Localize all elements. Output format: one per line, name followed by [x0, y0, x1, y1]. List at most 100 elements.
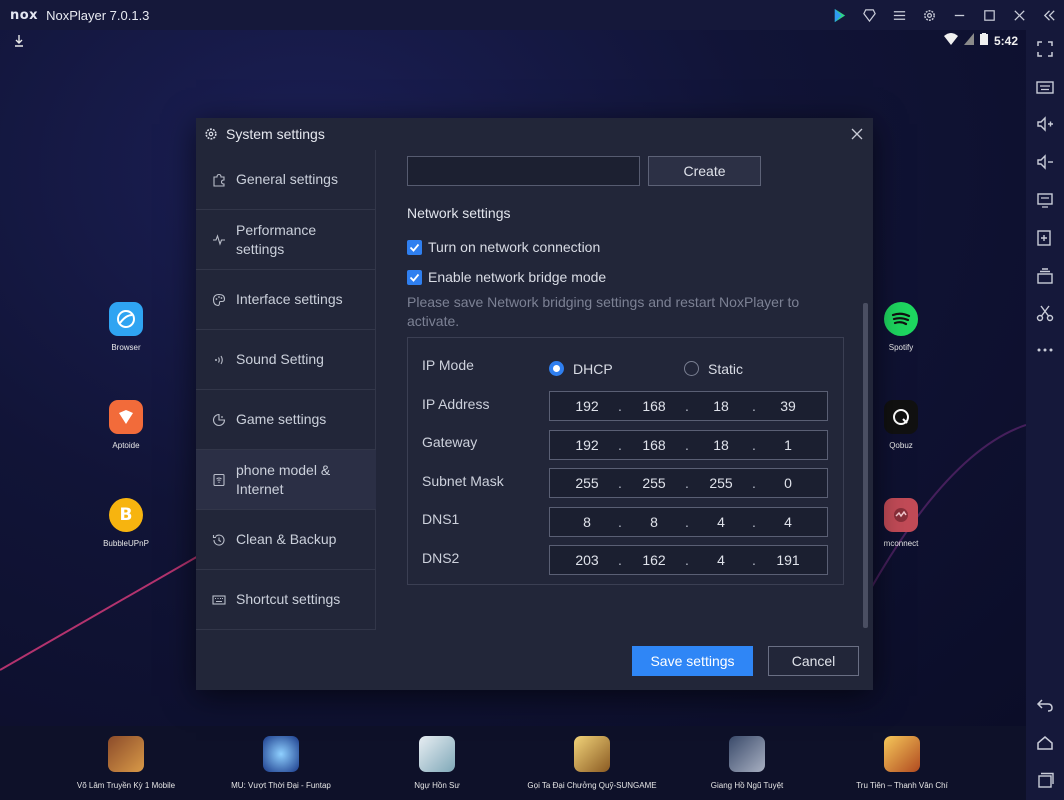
dialog-title: System settings — [226, 126, 325, 142]
app-spotify[interactable]: Spotify — [861, 302, 941, 352]
octet-separator: . — [618, 552, 622, 568]
nav-label: Sound Setting — [236, 351, 324, 367]
battery-icon — [979, 33, 988, 48]
ip-octet: 4 — [717, 514, 725, 530]
ip-octet: 255 — [642, 475, 666, 491]
ip-address-field[interactable]: 192 . 168 . 18 . 39 — [549, 391, 828, 421]
fullscreen-icon[interactable] — [1026, 34, 1064, 64]
screen-icon[interactable] — [1026, 185, 1064, 215]
recent-apps-icon[interactable] — [1026, 765, 1064, 795]
app-label: mconnect — [883, 539, 919, 548]
dock-game[interactable]: Võ Lâm Truyền Kỳ 1 Mobile — [46, 736, 206, 790]
dialog-close-icon[interactable] — [849, 126, 865, 142]
game-label: Ngự Hồn Sư — [414, 781, 460, 790]
network-bridge-checkbox[interactable] — [407, 269, 422, 285]
nav-sound-setting[interactable]: Sound Setting — [196, 330, 376, 390]
octet-separator: . — [752, 552, 756, 568]
gateway-field[interactable]: 192 . 168 . 18 . 1 — [549, 430, 828, 460]
app-mconnect[interactable]: mconnect — [861, 498, 941, 548]
apk-install-icon[interactable] — [1026, 223, 1064, 253]
app-label: BubbleUPnP — [103, 539, 149, 548]
octet-separator: . — [618, 475, 622, 491]
nav-label: Shortcut settings — [236, 591, 341, 607]
volume-up-icon[interactable] — [1026, 109, 1064, 139]
octet-separator: . — [618, 437, 622, 453]
puzzle-icon — [213, 173, 225, 187]
menu-icon[interactable] — [884, 0, 914, 30]
nav-interface-settings[interactable]: Interface settings — [196, 270, 376, 330]
app-aptoide[interactable]: Aptoide — [86, 400, 166, 450]
game-label: Võ Lâm Truyền Kỳ 1 Mobile — [76, 781, 176, 790]
nav-game-settings[interactable]: Game settings — [196, 390, 376, 450]
bubbleupnp-icon: B — [109, 498, 143, 532]
emulator-toolbar — [1026, 30, 1064, 800]
nav-label: Game settings — [236, 411, 327, 427]
gear-icon[interactable] — [914, 0, 944, 30]
dns2-field[interactable]: 203 . 162 . 4 . 191 — [549, 545, 828, 575]
signal-icon — [963, 33, 974, 48]
maximize-icon[interactable] — [974, 0, 1004, 30]
play-store-icon[interactable] — [824, 0, 854, 30]
app-label: Aptoide — [112, 441, 140, 450]
spotify-icon — [884, 302, 918, 336]
octet-separator: . — [685, 437, 689, 453]
octet-separator: . — [618, 398, 622, 414]
minimize-icon[interactable] — [944, 0, 974, 30]
home-icon[interactable] — [1026, 728, 1064, 758]
ip-octet: 0 — [784, 475, 792, 491]
status-bar: 5:42 — [0, 30, 1026, 52]
close-icon[interactable] — [1004, 0, 1034, 30]
ip-octet: 8 — [583, 514, 591, 530]
dns1-field[interactable]: 8 . 8 . 4 . 4 — [549, 507, 828, 537]
octet-separator: . — [752, 437, 756, 453]
cancel-button[interactable]: Cancel — [768, 646, 859, 676]
octet-separator: . — [752, 398, 756, 414]
dhcp-radio[interactable] — [549, 361, 564, 376]
keyboard-icon — [212, 594, 226, 605]
dock-game[interactable]: Ngự Hồn Sư — [357, 736, 517, 790]
network-connection-checkbox[interactable] — [407, 239, 422, 255]
app-title: NoxPlayer 7.0.1.3 — [46, 7, 150, 23]
scissors-icon[interactable] — [1026, 298, 1064, 328]
ip-octet: 162 — [642, 552, 666, 568]
multi-instance-icon[interactable] — [1026, 261, 1064, 291]
dock-game[interactable]: Tru Tiên – Thanh Vân Chí — [822, 736, 982, 790]
volume-down-icon[interactable] — [1026, 147, 1064, 177]
game-label: Giang Hồ Ngũ Tuyệt — [710, 781, 784, 790]
nav-label: Clean & Backup — [236, 531, 337, 547]
subnet-mask-field[interactable]: 255 . 255 . 255 . 0 — [549, 468, 828, 498]
nav-clean-backup[interactable]: Clean & Backup — [196, 510, 376, 570]
qobuz-icon — [884, 400, 918, 434]
save-settings-button[interactable]: Save settings — [632, 646, 753, 676]
history-icon — [212, 534, 225, 546]
network-connection-option[interactable]: Turn on network connection — [407, 239, 600, 255]
dock-game[interactable]: Gọi Ta Đại Chưởng Quỹ-SUNGAME — [512, 736, 672, 790]
app-bubbleupnp[interactable]: B BubbleUPnP — [86, 498, 166, 548]
nav-performance-settings[interactable]: Performance settings — [196, 210, 376, 270]
static-radio[interactable] — [684, 361, 699, 376]
content-scrollbar[interactable] — [863, 303, 868, 628]
browser-icon — [109, 302, 143, 336]
network-bridge-label: Enable network bridge mode — [428, 269, 607, 285]
keyboard-icon[interactable] — [1026, 72, 1064, 102]
pin-icon[interactable] — [854, 0, 884, 30]
ip-mode-label: IP Mode — [422, 357, 474, 373]
dock-game[interactable]: Giang Hồ Ngũ Tuyệt — [667, 736, 827, 790]
nav-general-settings[interactable]: General settings — [196, 150, 376, 210]
ip-octet: 18 — [713, 398, 729, 414]
network-bridge-option[interactable]: Enable network bridge mode — [407, 269, 606, 285]
nav-shortcut-settings[interactable]: Shortcut settings — [196, 570, 376, 630]
game-icon — [729, 736, 765, 772]
collapse-icon[interactable] — [1034, 0, 1064, 30]
nav-phone-model-internet[interactable]: phone model & Internet — [196, 450, 376, 510]
dock-game[interactable]: MU: Vượt Thời Đại - Funtap — [201, 736, 361, 790]
more-icon[interactable] — [1026, 335, 1064, 365]
back-icon[interactable] — [1026, 690, 1064, 720]
app-qobuz[interactable]: Qobuz — [861, 400, 941, 450]
network-settings-title: Network settings — [407, 205, 511, 221]
octet-separator: . — [752, 475, 756, 491]
phone-model-input[interactable] — [407, 156, 640, 186]
create-button[interactable]: Create — [648, 156, 761, 186]
app-browser[interactable]: Browser — [86, 302, 166, 352]
static-label: Static — [708, 361, 744, 377]
